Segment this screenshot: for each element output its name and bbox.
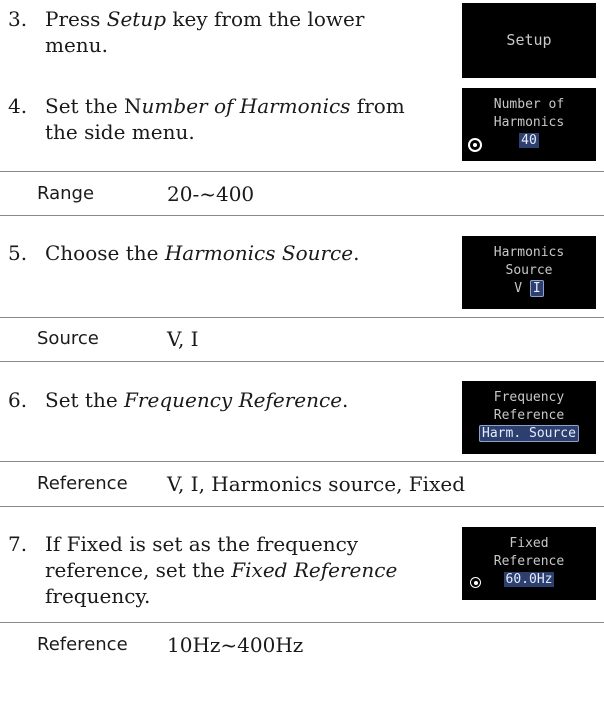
button-line: Source xyxy=(505,263,553,278)
step-text: Set the Number of Harmonics from the sid… xyxy=(45,94,405,144)
divider xyxy=(0,215,604,216)
step-text: Choose the Harmonics Source. xyxy=(45,241,360,265)
button-line: Number of xyxy=(493,97,565,112)
step-number: 6. xyxy=(8,388,28,412)
param-value: 10Hz~400Hz xyxy=(167,633,304,657)
button-line: Reference xyxy=(493,554,565,569)
param-value: 20-~400 xyxy=(167,182,255,206)
step-text: Set the Frequency Reference. xyxy=(45,388,349,412)
step-number: 3. xyxy=(8,7,28,31)
param-value: V, I xyxy=(167,327,199,351)
divider xyxy=(0,171,604,172)
fixed-reference-value: 60.0Hz xyxy=(503,572,555,587)
param-value: V, I, Harmonics source, Fixed xyxy=(167,472,465,496)
source-option-i-selected: I xyxy=(529,280,544,297)
fixed-reference-button[interactable]: Fixed Reference 60.0Hz xyxy=(462,527,596,600)
variable-knob-icon xyxy=(468,138,482,152)
step-text: Press Setup key from the lower menu. xyxy=(45,7,365,57)
step-number: 7. xyxy=(8,532,28,556)
frequency-reference-value: Harm. Source xyxy=(479,425,579,442)
harmonics-source-button[interactable]: Harmonics Source V I xyxy=(462,236,596,309)
harmonics-count-value: 40 xyxy=(519,133,539,148)
divider xyxy=(0,317,604,318)
param-label: Source xyxy=(37,328,99,349)
source-option-v: V xyxy=(514,281,523,296)
button-line: Frequency xyxy=(493,390,565,405)
variable-knob-icon xyxy=(470,577,481,588)
button-line: Fixed xyxy=(509,536,549,551)
setup-button[interactable]: Setup xyxy=(462,3,596,78)
param-label: Reference xyxy=(37,634,128,655)
param-label: Range xyxy=(37,183,95,204)
button-line: Reference xyxy=(493,408,565,423)
divider xyxy=(0,461,604,462)
divider xyxy=(0,622,604,623)
button-line: Harmonics xyxy=(493,245,565,260)
number-of-harmonics-button[interactable]: Number of Harmonics 40 xyxy=(462,88,596,161)
divider xyxy=(0,361,604,362)
step-number: 5. xyxy=(8,241,28,265)
setup-button-label: Setup xyxy=(506,31,552,49)
button-line: Harmonics xyxy=(493,115,565,130)
divider xyxy=(0,506,604,507)
frequency-reference-button[interactable]: Frequency Reference Harm. Source xyxy=(462,381,596,454)
step-text: If Fixed is set as the frequency referen… xyxy=(45,532,398,608)
param-label: Reference xyxy=(37,473,128,494)
step-number: 4. xyxy=(8,94,28,118)
